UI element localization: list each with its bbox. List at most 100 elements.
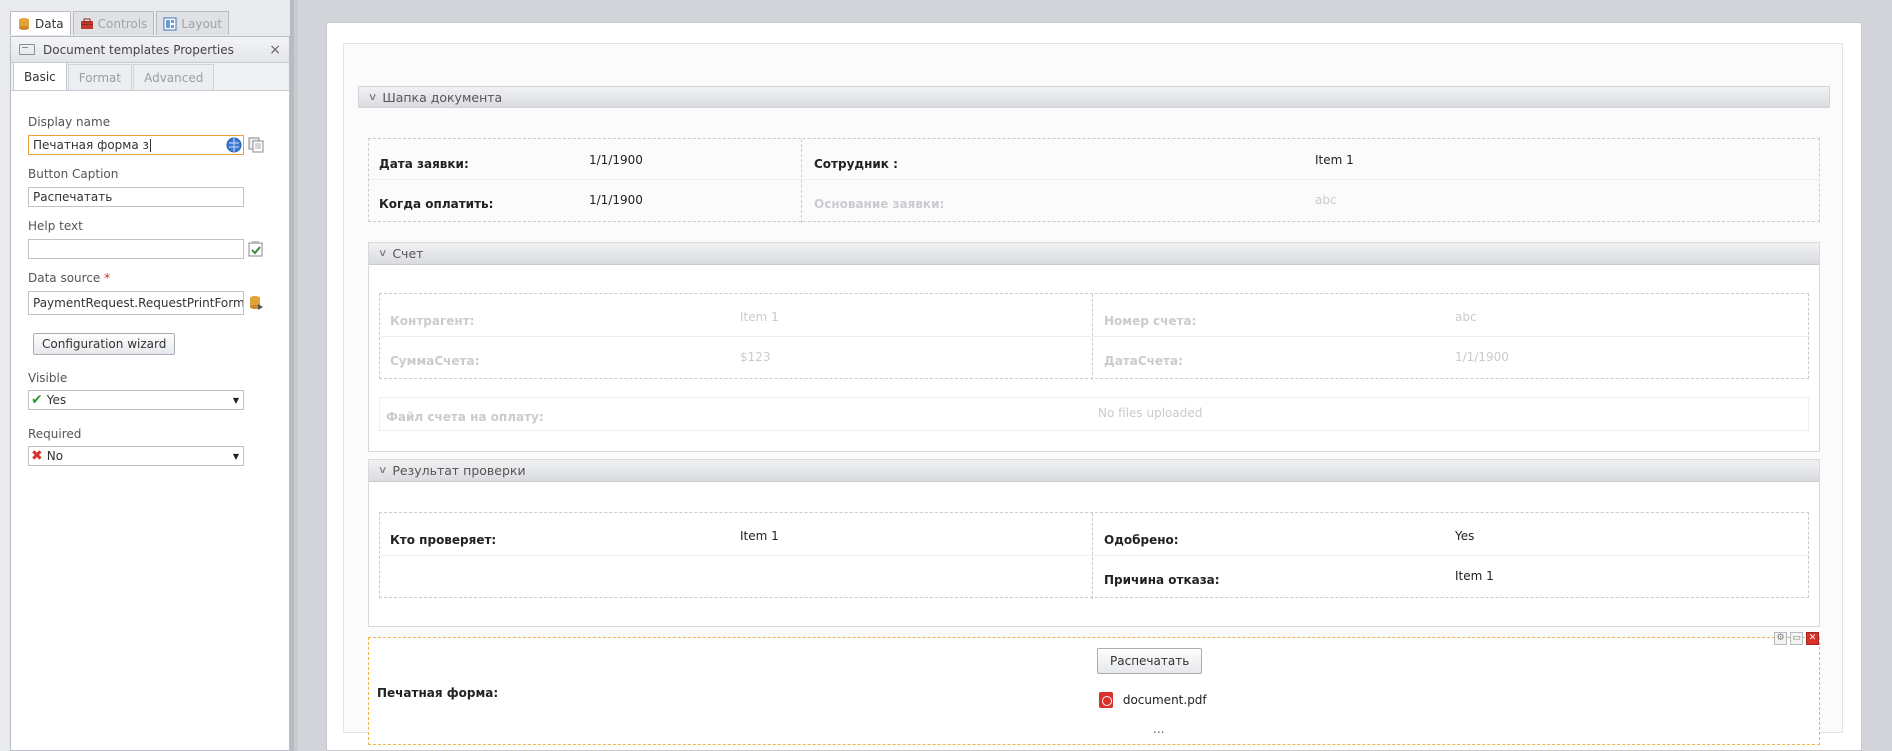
database-icon — [17, 17, 31, 31]
tab-controls-label: Controls — [97, 16, 148, 31]
divider — [802, 179, 1820, 180]
design-canvas: ∨ Шапка документа Дата заявки: 1/1/1900 … — [298, 0, 1892, 751]
form-sheet: ∨ Шапка документа Дата заявки: 1/1/1900 … — [326, 22, 1862, 751]
visible-select[interactable]: ✔ Yes ▼ — [28, 390, 244, 410]
print-form-label: Печатная форма: — [377, 686, 499, 700]
button-caption-input[interactable]: Распечатать — [28, 187, 244, 207]
data-source-input[interactable]: PaymentRequest.RequestPrintForm — [28, 291, 244, 315]
divider — [380, 555, 1810, 556]
section-invoice: ∨ Счет Контрагент: Item 1 СуммаСчета: $1… — [368, 242, 1820, 452]
pdf-file-icon — [1099, 692, 1113, 708]
section-check-result-title-bar[interactable]: ∨ Результат проверки — [369, 460, 1819, 482]
button-caption-label: Button Caption — [28, 167, 119, 181]
left-panel: Data Controls Layout Document templates … — [0, 0, 290, 751]
tab-basic[interactable]: Basic — [13, 62, 67, 90]
check-icon: ✔ — [31, 392, 43, 408]
request-date-value[interactable]: 1/1/1900 — [589, 153, 643, 167]
form-area: ∨ Шапка документа Дата заявки: 1/1/1900 … — [343, 43, 1843, 745]
text-cursor-icon — [149, 139, 151, 152]
request-basis-label: Основание заявки: — [814, 197, 945, 211]
print-form-block[interactable]: ⚙ ▭ ✕ Печатная форма: Распечатать docume… — [368, 632, 1820, 745]
panel-tabs: Data Controls Layout — [10, 11, 231, 35]
chevron-down-icon: ∨ — [377, 248, 388, 259]
invoice-sum-value[interactable]: $123 — [740, 350, 771, 364]
required-select[interactable]: ✖ No ▼ — [28, 446, 244, 466]
chevron-down-icon: ▼ — [232, 451, 239, 461]
tab-controls[interactable]: Controls — [72, 11, 155, 35]
properties-icon — [19, 44, 35, 55]
panel-splitter[interactable] — [290, 0, 294, 751]
invoice-file-label: Файл счета на оплату: — [386, 410, 544, 424]
data-source-label-text: Data source — [28, 271, 101, 285]
required-value: No — [46, 449, 64, 463]
display-name-input[interactable]: Печатная форма з — [28, 135, 244, 155]
divider — [801, 139, 802, 223]
invoice-file-value[interactable]: No files uploaded — [1098, 406, 1202, 420]
section-title: Шапка документа — [382, 89, 503, 105]
cross-icon: ✖ — [31, 448, 43, 464]
layout-icon — [163, 17, 177, 31]
section-header-document-title-bar[interactable]: ∨ Шапка документа — [358, 86, 1830, 108]
counterparty-label: Контрагент: — [390, 314, 475, 328]
more-files-ellipsis[interactable]: ... — [1153, 722, 1164, 736]
display-name-label: Display name — [28, 115, 111, 129]
invoice-sum-label: СуммаСчета: — [390, 354, 480, 368]
divider — [380, 336, 1810, 337]
required-label: Required — [28, 427, 82, 441]
tab-data-label: Data — [35, 16, 64, 31]
copy-icon[interactable] — [248, 137, 264, 153]
approved-label: Одобрено: — [1104, 533, 1179, 547]
tab-data[interactable]: Data — [10, 11, 71, 35]
invoice-date-label: ДатаСчета: — [1104, 354, 1183, 368]
delete-icon[interactable]: ✕ — [1806, 632, 1819, 645]
display-name-value: Печатная форма з — [33, 138, 149, 152]
print-button[interactable]: Распечатать — [1097, 648, 1203, 674]
pay-when-value[interactable]: 1/1/1900 — [589, 193, 643, 207]
approved-value[interactable]: Yes — [1455, 529, 1474, 543]
invoice-number-label: Номер счета: — [1104, 314, 1197, 328]
tab-format[interactable]: Format — [67, 64, 133, 90]
checker-label: Кто проверяет: — [390, 533, 497, 547]
visible-value: Yes — [46, 393, 67, 407]
required-asterisk: * — [104, 271, 111, 285]
divider — [369, 179, 801, 180]
properties-tabs: Basic Format Advanced — [11, 62, 289, 91]
configuration-wizard-button[interactable]: Configuration wizard — [33, 333, 176, 355]
properties-panel: Document templates Properties × Basic Fo… — [10, 36, 290, 751]
employee-value[interactable]: Item 1 — [1315, 153, 1354, 167]
tab-advanced[interactable]: Advanced — [133, 64, 215, 90]
globe-icon[interactable] — [226, 137, 242, 153]
request-basis-value[interactable]: abc — [1315, 193, 1337, 207]
reject-reason-value[interactable]: Item 1 — [1455, 569, 1494, 583]
section-title: Результат проверки — [392, 463, 526, 478]
pdf-file-link[interactable]: document.pdf — [1099, 692, 1207, 708]
chevron-down-icon: ∨ — [367, 91, 378, 103]
help-text-label: Help text — [28, 219, 83, 233]
section-invoice-title-bar[interactable]: ∨ Счет — [369, 243, 1819, 265]
divider — [1092, 513, 1093, 599]
data-source-label: Data source * — [28, 271, 110, 285]
chevron-down-icon: ∨ — [377, 465, 388, 476]
invoice-date-value[interactable]: 1/1/1900 — [1455, 350, 1509, 364]
checker-value[interactable]: Item 1 — [740, 529, 779, 543]
help-text-input[interactable] — [28, 239, 244, 259]
header-fields-grid: Дата заявки: 1/1/1900 Когда оплатить: 1/… — [368, 138, 1820, 223]
toolbox-icon — [80, 17, 94, 31]
visible-label: Visible — [28, 371, 68, 385]
checklist-icon[interactable] — [248, 241, 264, 257]
chevron-down-icon: ▼ — [232, 395, 239, 405]
check-fields-grid: Кто проверяет: Item 1 Одобрено: Yes Прич… — [379, 512, 1810, 599]
properties-header: Document templates Properties × — [11, 37, 289, 63]
section-title: Счет — [392, 246, 424, 261]
pay-when-label: Когда оплатить: — [379, 197, 494, 211]
invoice-number-value[interactable]: abc — [1455, 310, 1477, 324]
tab-layout[interactable]: Layout — [156, 11, 230, 35]
settings-icon[interactable]: ⚙ — [1774, 632, 1787, 645]
divider — [1092, 294, 1093, 380]
invoice-file-row: Файл счета на оплату: No files uploaded — [379, 397, 1809, 431]
close-icon[interactable]: × — [269, 42, 281, 58]
block-tools: ⚙ ▭ ✕ — [1774, 632, 1819, 645]
duplicate-icon[interactable]: ▭ — [1790, 632, 1803, 645]
database-pick-icon[interactable] — [248, 295, 264, 311]
counterparty-value[interactable]: Item 1 — [740, 310, 779, 324]
